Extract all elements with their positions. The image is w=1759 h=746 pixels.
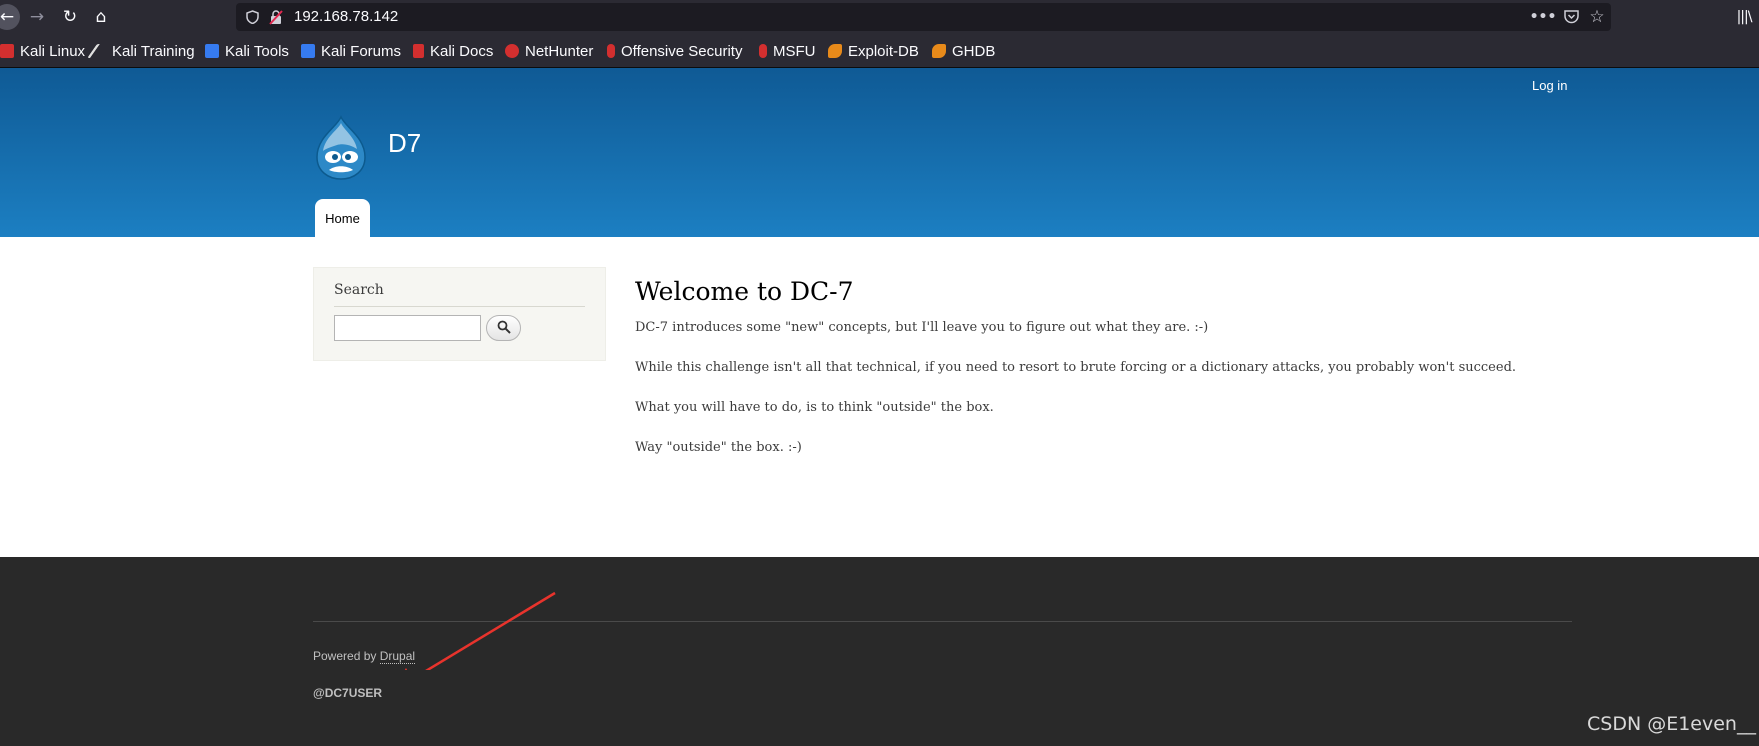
bookmark-label: Kali Forums (321, 42, 402, 60)
web-page: Log in D7 Home Search Welcome to DC-7 DC… (0, 68, 1759, 746)
paragraph: Way "outside" the box. :-) (635, 440, 802, 455)
site-header: Log in D7 Home (0, 68, 1759, 237)
article: Welcome to DC-7 DC-7 introduces some "ne… (635, 277, 1685, 478)
bookmark-kali-tools[interactable]: Kali Tools (205, 42, 289, 60)
bookmark-kali-training[interactable]: Kali Training (87, 42, 195, 60)
shield-icon[interactable] (244, 3, 260, 31)
bookmark-label: Exploit-DB (848, 42, 919, 60)
back-arrow-icon[interactable]: ← (0, 4, 20, 30)
ghdb-icon (932, 44, 946, 58)
bookmark-offensive-security[interactable]: Offensive Security (607, 42, 742, 60)
address-bar[interactable]: 192.168.78.142 ••• ☆ (236, 3, 1611, 31)
paragraph: While this challenge isn't all that tech… (635, 360, 1517, 375)
watermark: CSDN @E1even__ (1587, 713, 1756, 735)
kali-tools-icon (205, 44, 219, 58)
bookmark-label: Kali Tools (225, 42, 289, 60)
bookmark-label: MSFU (773, 42, 816, 60)
search-input[interactable] (334, 315, 481, 341)
insecure-lock-icon[interactable] (268, 3, 284, 31)
main-content-area: Search Welcome to DC-7 DC-7 introduces s… (0, 237, 1759, 557)
library-icon[interactable]: |||\ (1731, 4, 1757, 30)
bookmark-msfu[interactable]: MSFU (759, 42, 816, 60)
bookmark-kali-forums[interactable]: Kali Forums (301, 42, 401, 60)
login-link[interactable]: Log in (1532, 78, 1567, 93)
bookmark-label: GHDB (952, 42, 996, 60)
tab-home[interactable]: Home (315, 199, 370, 237)
search-block-title: Search (334, 282, 384, 298)
bookmark-star-icon[interactable]: ☆ (1586, 3, 1608, 31)
url-text[interactable]: 192.168.78.142 (294, 8, 398, 25)
paragraph: DC-7 introduces some "new" concepts, but… (635, 320, 1209, 335)
paragraph: What you will have to do, is to think "o… (635, 400, 994, 415)
site-name[interactable]: D7 (388, 128, 421, 159)
bookmark-label: Kali Docs (430, 42, 494, 60)
bookmark-ghdb[interactable]: GHDB (932, 42, 995, 60)
powered-by-text: Powered by (313, 649, 380, 663)
forward-arrow-icon[interactable]: → (24, 4, 50, 30)
bookmark-kali-linux[interactable]: Kali Linux (0, 42, 85, 60)
bookmark-label: NetHunter (525, 42, 594, 60)
kali-docs-icon (413, 44, 424, 58)
offsec-icon (607, 44, 615, 58)
exploit-db-icon (828, 44, 842, 58)
bookmarks-bar: Kali Linux Kali Training Kali Tools Kali… (0, 34, 1759, 68)
divider (334, 306, 585, 307)
search-button[interactable] (486, 315, 521, 341)
search-block: Search (313, 267, 606, 361)
bookmark-exploit-db[interactable]: Exploit-DB (828, 42, 919, 60)
bookmark-label: Offensive Security (621, 42, 743, 60)
kali-dragon-icon (0, 44, 14, 58)
page-actions-icon[interactable]: ••• (1530, 3, 1557, 31)
bookmark-kali-docs[interactable]: Kali Docs (413, 42, 493, 60)
browser-toolbar: ← → ↻ ⌂ 192.168.78.142 ••• ☆ |||\ (0, 0, 1759, 34)
footer-user-text: @DC7USER (313, 686, 383, 700)
reload-icon[interactable]: ↻ (57, 4, 83, 30)
msfu-icon (759, 44, 767, 58)
site-footer: Powered by Drupal @DC7USER (0, 557, 1759, 746)
kali-forums-icon (301, 44, 315, 58)
drupal-logo-icon[interactable] (313, 114, 369, 181)
bookmark-nethunter[interactable]: NetHunter (505, 42, 593, 60)
kali-training-icon (87, 44, 111, 58)
page-title: Welcome to DC-7 (635, 277, 854, 306)
search-icon (497, 319, 511, 338)
bookmark-label: Kali Training (112, 42, 195, 60)
annotation-arrow-icon (404, 591, 556, 670)
bookmark-label: Kali Linux (20, 42, 86, 60)
home-icon[interactable]: ⌂ (88, 4, 114, 30)
nethunter-icon (505, 44, 519, 58)
pocket-icon[interactable] (1560, 3, 1582, 31)
